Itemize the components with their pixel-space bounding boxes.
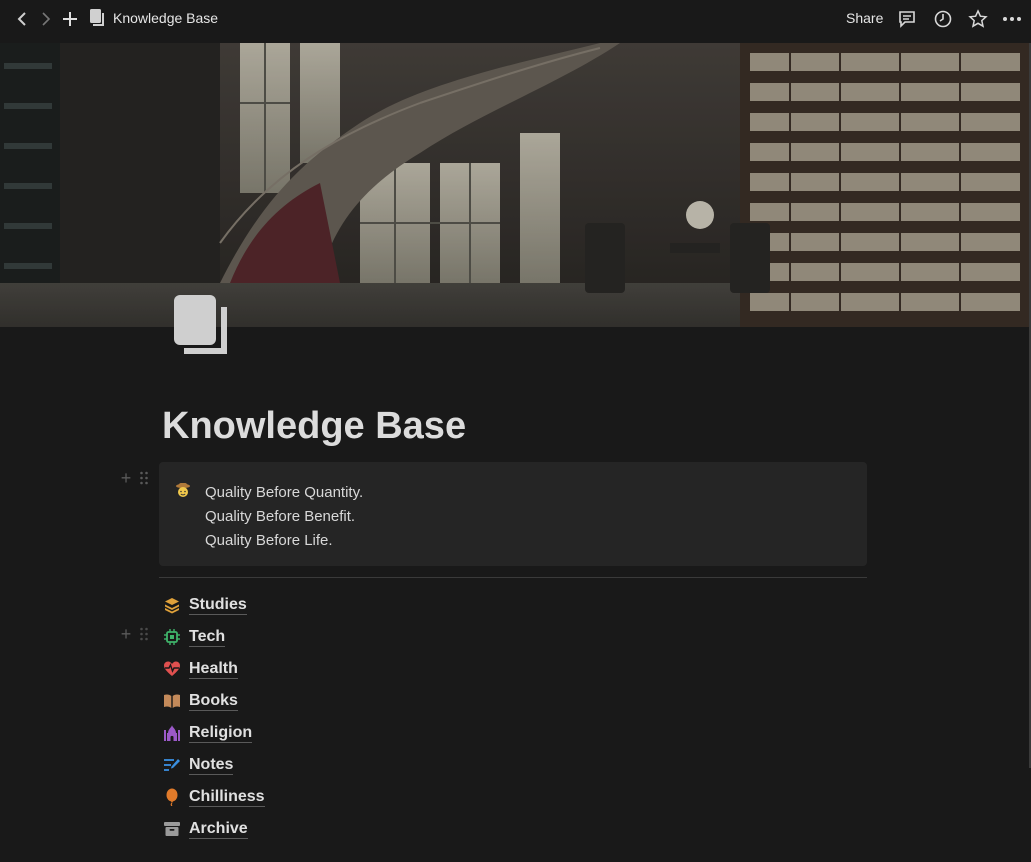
page-icon (90, 9, 104, 26)
top-bar: Knowledge Base Share (0, 0, 1031, 40)
callout-line: Quality Before Life. (205, 532, 333, 549)
page-link-label: Chilliness (189, 788, 265, 807)
page-link-label: Health (189, 660, 238, 679)
page-link-archive[interactable]: Archive (163, 813, 265, 845)
page-link-label: Religion (189, 724, 253, 743)
page-link-tech[interactable]: Tech (163, 621, 265, 653)
page-link-health[interactable]: Health (163, 653, 265, 685)
library-cover-illustration (0, 43, 1029, 327)
cowboy-face-icon[interactable] (175, 482, 191, 498)
heart-pulse-icon (163, 660, 181, 678)
mosque-icon (163, 724, 181, 742)
new-page-icon[interactable] (59, 8, 81, 30)
history-clock-icon[interactable] (932, 8, 954, 30)
share-button[interactable]: Share (846, 10, 883, 26)
page-title[interactable]: Knowledge Base (162, 405, 466, 448)
page-link-religion[interactable]: Religion (163, 717, 265, 749)
archive-box-icon (163, 820, 181, 838)
forward-icon[interactable] (35, 8, 57, 30)
cover-image[interactable] (0, 43, 1029, 327)
callout-block[interactable]: Quality Before Quantity. Quality Before … (159, 462, 867, 566)
breadcrumb[interactable]: Knowledge Base (89, 9, 218, 27)
balloon-icon (163, 788, 181, 806)
drag-handle-icon[interactable] (139, 627, 149, 641)
more-options-icon[interactable] (1001, 8, 1023, 30)
add-block-icon[interactable]: + (119, 469, 133, 487)
open-book-icon (163, 692, 181, 710)
favorite-star-icon[interactable] (967, 8, 989, 30)
back-icon[interactable] (11, 8, 33, 30)
page-link-label: Archive (189, 820, 248, 839)
page-link-label: Studies (189, 596, 247, 615)
breadcrumb-label: Knowledge Base (113, 10, 219, 26)
block-handle: + (119, 625, 149, 643)
page-link-label: Tech (189, 628, 226, 647)
comments-icon[interactable] (896, 8, 918, 30)
block-handle: + (119, 469, 149, 487)
page-link-label: Notes (189, 756, 234, 775)
divider (159, 577, 867, 578)
page-link-list: Studies Tech Health Books Religion Notes… (163, 589, 265, 845)
page-link-studies[interactable]: Studies (163, 589, 265, 621)
page-icon-large[interactable] (172, 293, 230, 355)
notes-pen-icon (163, 756, 181, 774)
page-link-chilliness[interactable]: Chilliness (163, 781, 265, 813)
drag-handle-icon[interactable] (139, 471, 149, 485)
add-block-icon[interactable]: + (119, 625, 133, 643)
page-link-books[interactable]: Books (163, 685, 265, 717)
callout-line: Quality Before Quantity. (205, 484, 364, 501)
chip-icon (163, 628, 181, 646)
stack-icon (163, 596, 181, 614)
page-link-label: Books (189, 692, 238, 711)
callout-text[interactable]: Quality Before Quantity. Quality Before … (205, 481, 363, 553)
callout-line: Quality Before Benefit. (205, 508, 356, 525)
page-link-notes[interactable]: Notes (163, 749, 265, 781)
